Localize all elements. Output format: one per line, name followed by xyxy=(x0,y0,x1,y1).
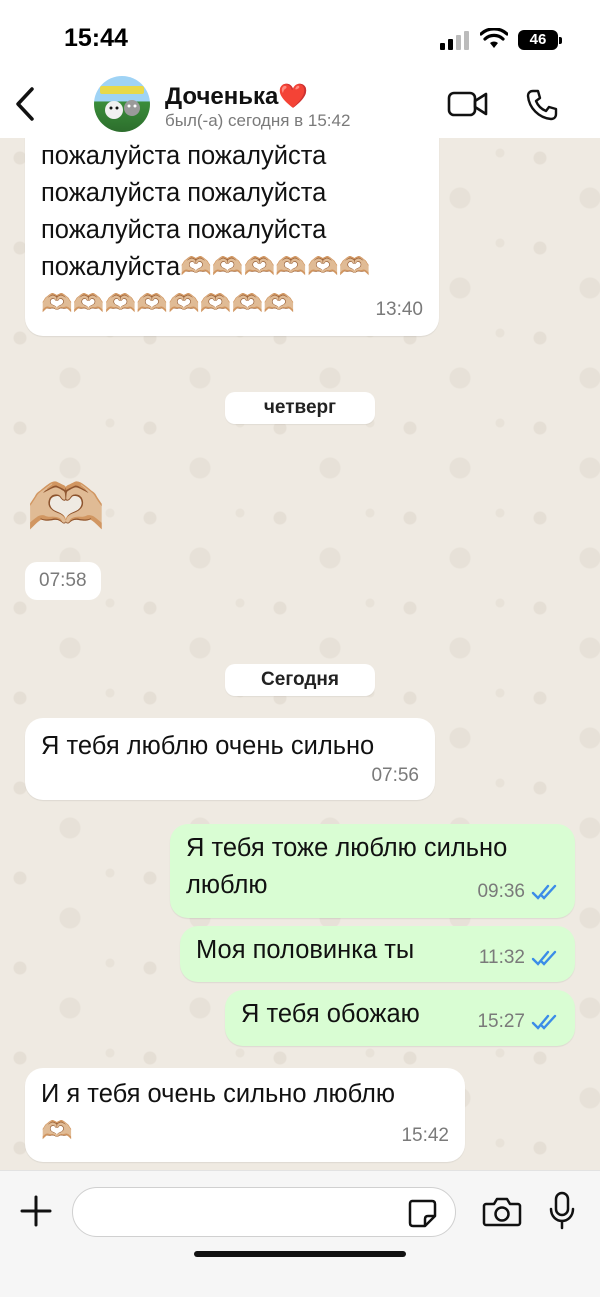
chat-header: Доченька❤️ был(-а) сегодня в 15:42 xyxy=(0,70,600,138)
read-receipt-icon xyxy=(531,884,557,900)
home-indicator xyxy=(194,1251,406,1257)
message-text-line: Я тебя тоже люблю сильно xyxy=(186,834,508,862)
day-separator: четверг xyxy=(225,392,375,424)
contact-name[interactable]: Доченька❤️ xyxy=(165,82,308,111)
status-bar: 15:44 46 xyxy=(0,0,600,70)
message-input[interactable] xyxy=(72,1187,456,1237)
message-bubble-outgoing[interactable]: Моя половинка ты 11:32 xyxy=(180,926,575,982)
status-time: 15:44 xyxy=(64,24,128,52)
message-time: 09:36 xyxy=(477,873,561,910)
message-time-text: 09:36 xyxy=(477,881,525,902)
battery-indicator: 46 xyxy=(518,30,562,50)
message-time: 11:32 xyxy=(479,939,561,976)
message-bubble-outgoing[interactable]: Я тебя тоже люблю сильно люблю 09:36 xyxy=(170,824,575,918)
attach-plus-icon[interactable] xyxy=(18,1193,54,1229)
contact-avatar[interactable] xyxy=(94,76,150,132)
message-text-line: пожалуйста🫶🏼🫶🏼🫶🏼🫶🏼🫶🏼🫶🏼 xyxy=(41,253,371,281)
sticker-icon[interactable] xyxy=(406,1197,438,1229)
message-text-line: 🫶🏼 xyxy=(41,1117,73,1145)
message-text-line: Я тебя люблю очень сильно xyxy=(41,732,375,760)
message-time-text: 11:32 xyxy=(478,947,525,968)
message-time: 13:40 xyxy=(375,291,423,328)
message-text-line: пожалуйста пожалуйста xyxy=(41,216,327,244)
message-bubble-incoming[interactable]: И я тебя очень сильно люблю 🫶🏼 15:42 xyxy=(25,1068,465,1162)
day-separator: Сегодня xyxy=(225,664,375,696)
phone-call-icon[interactable] xyxy=(525,88,559,122)
cellular-signal-icon xyxy=(440,30,470,50)
message-time: 15:42 xyxy=(401,1117,449,1154)
camera-icon[interactable] xyxy=(482,1195,522,1227)
message-bubble-incoming[interactable]: Я тебя люблю очень сильно 07:56 xyxy=(25,718,435,800)
back-button[interactable] xyxy=(8,84,42,124)
message-bubble-outgoing[interactable]: Я тебя обожаю 15:27 xyxy=(225,990,575,1046)
message-time: 07:58 xyxy=(25,562,101,600)
microphone-icon[interactable] xyxy=(548,1191,576,1231)
message-time-text: 15:42 xyxy=(401,1125,449,1146)
last-seen-status: был(-а) сегодня в 15:42 xyxy=(165,111,351,130)
message-time-text: 15:27 xyxy=(477,1011,525,1032)
message-text-line: И я тебя очень сильно люблю xyxy=(41,1080,396,1108)
message-time-text: 07:56 xyxy=(371,765,419,786)
message-time-text: 13:40 xyxy=(375,299,423,320)
read-receipt-icon xyxy=(531,1014,557,1030)
message-time: 07:56 xyxy=(371,757,419,794)
message-time: 15:27 xyxy=(477,1003,561,1040)
read-receipt-icon xyxy=(531,950,557,966)
message-text-line: 🫶🏼🫶🏼🫶🏼🫶🏼🫶🏼🫶🏼🫶🏼🫶🏼 xyxy=(41,290,296,318)
video-call-icon[interactable] xyxy=(447,90,489,118)
composer-bar xyxy=(0,1170,600,1297)
message-text-line: пожалуйста пожалуйста xyxy=(41,179,327,207)
emoji-message[interactable]: 🫶🏼 xyxy=(26,472,106,542)
message-text-line: пожалуйста пожалуйста xyxy=(41,142,327,170)
wifi-icon xyxy=(480,28,508,48)
message-list[interactable]: пожалуйста пожалуйста пожалуйста пожалуй… xyxy=(0,138,600,1170)
message-bubble-incoming[interactable]: пожалуйста пожалуйста пожалуйста пожалуй… xyxy=(25,138,439,336)
